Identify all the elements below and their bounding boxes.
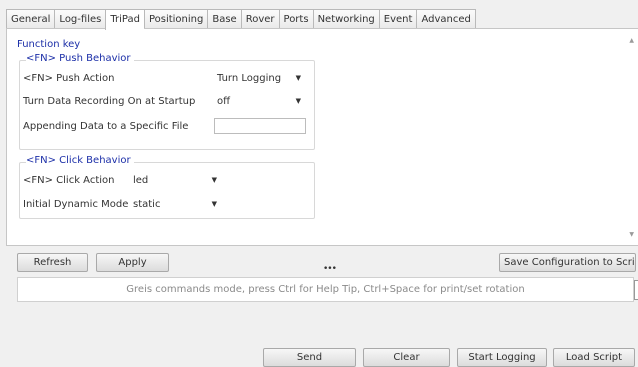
- startup-recording-label: Turn Data Recording On at Startup: [23, 96, 196, 107]
- splitter-grip-icon[interactable]: •••: [323, 265, 337, 274]
- append-file-input[interactable]: [214, 118, 306, 134]
- startup-recording-select[interactable]: off ▼: [214, 94, 306, 110]
- tab-tripad[interactable]: TriPad: [105, 9, 144, 30]
- push-action-value: Turn Logging: [217, 73, 282, 84]
- tab-rover[interactable]: Rover: [240, 9, 279, 29]
- save-configuration-button[interactable]: Save Configuration to Script: [499, 253, 636, 272]
- tab-bar: General Log-files TriPad Positioning Bas…: [6, 9, 476, 30]
- push-action-select[interactable]: Turn Logging ▼: [214, 71, 306, 87]
- chevron-down-icon: ▼: [295, 97, 301, 105]
- click-action-label: <FN> Click Action: [23, 175, 115, 186]
- click-behavior-title: <FN> Click Behavior: [26, 155, 134, 166]
- command-side-handle[interactable]: [634, 280, 638, 300]
- dynamic-mode-select[interactable]: static ▼: [130, 197, 222, 213]
- send-button[interactable]: Send: [263, 348, 356, 367]
- start-logging-button[interactable]: Start Logging: [457, 348, 547, 367]
- scroll-area[interactable]: Function key <FN> Push Behavior <FN> Pus…: [15, 35, 617, 241]
- tab-positioning[interactable]: Positioning: [143, 9, 208, 29]
- append-file-label: Appending Data to a Specific File: [23, 121, 189, 132]
- chevron-down-icon: ▼: [211, 176, 217, 184]
- dynamic-mode-value: static: [133, 199, 161, 210]
- tripad-panel: Function key <FN> Push Behavior <FN> Pus…: [6, 28, 638, 246]
- dynamic-mode-label: Initial Dynamic Mode: [23, 199, 129, 210]
- refresh-button[interactable]: Refresh: [17, 253, 88, 272]
- push-action-label: <FN> Push Action: [23, 73, 115, 84]
- scroll-down-icon[interactable]: ▼: [629, 231, 634, 238]
- tab-networking[interactable]: Networking: [312, 9, 379, 29]
- push-behavior-title: <FN> Push Behavior: [26, 53, 134, 64]
- tab-ports[interactable]: Ports: [278, 9, 313, 29]
- scroll-up-icon[interactable]: ▲: [629, 37, 634, 44]
- clear-button[interactable]: Clear: [363, 348, 450, 367]
- chevron-down-icon: ▼: [295, 74, 301, 82]
- load-script-button[interactable]: Load Script: [553, 348, 635, 367]
- click-behavior-group: <FN> Click Behavior <FN> Click Action le…: [19, 155, 315, 219]
- click-action-value: led: [133, 175, 149, 186]
- tab-base[interactable]: Base: [207, 9, 241, 29]
- tab-event[interactable]: Event: [378, 9, 417, 29]
- chevron-down-icon: ▼: [211, 200, 217, 208]
- tab-general[interactable]: General: [6, 9, 55, 29]
- tab-advanced[interactable]: Advanced: [416, 9, 476, 29]
- tab-log-files[interactable]: Log-files: [54, 9, 106, 29]
- push-behavior-group: <FN> Push Behavior <FN> Push Action Turn…: [19, 53, 315, 150]
- apply-button[interactable]: Apply: [96, 253, 169, 272]
- command-input[interactable]: Greis commands mode, press Ctrl for Help…: [17, 277, 634, 302]
- startup-recording-value: off: [217, 96, 231, 107]
- function-key-title: Function key: [17, 39, 81, 50]
- click-action-select[interactable]: led ▼: [130, 173, 222, 189]
